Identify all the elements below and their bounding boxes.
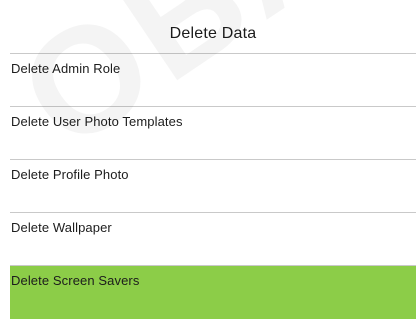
menu-item-label: Delete Wallpaper bbox=[11, 220, 112, 235]
delete-screen-savers-item[interactable]: Delete Screen Savers bbox=[10, 266, 416, 319]
delete-admin-role-item[interactable]: Delete Admin Role bbox=[10, 54, 416, 107]
delete-options-list: Delete Admin Role Delete User Photo Temp… bbox=[10, 54, 416, 319]
delete-wallpaper-item[interactable]: Delete Wallpaper bbox=[10, 213, 416, 266]
delete-data-screen: Delete Data Delete Admin Role Delete Use… bbox=[0, 0, 416, 319]
menu-item-label: Delete Profile Photo bbox=[11, 167, 129, 182]
menu-item-label: Delete Screen Savers bbox=[11, 273, 140, 288]
delete-user-photo-templates-item[interactable]: Delete User Photo Templates bbox=[10, 107, 416, 160]
delete-data-panel: Delete Data Delete Admin Role Delete Use… bbox=[10, 14, 416, 319]
page-header: Delete Data bbox=[10, 14, 416, 54]
menu-item-label: Delete User Photo Templates bbox=[11, 114, 183, 129]
menu-item-label: Delete Admin Role bbox=[11, 61, 121, 76]
delete-profile-photo-item[interactable]: Delete Profile Photo bbox=[10, 160, 416, 213]
page-title: Delete Data bbox=[169, 24, 257, 42]
